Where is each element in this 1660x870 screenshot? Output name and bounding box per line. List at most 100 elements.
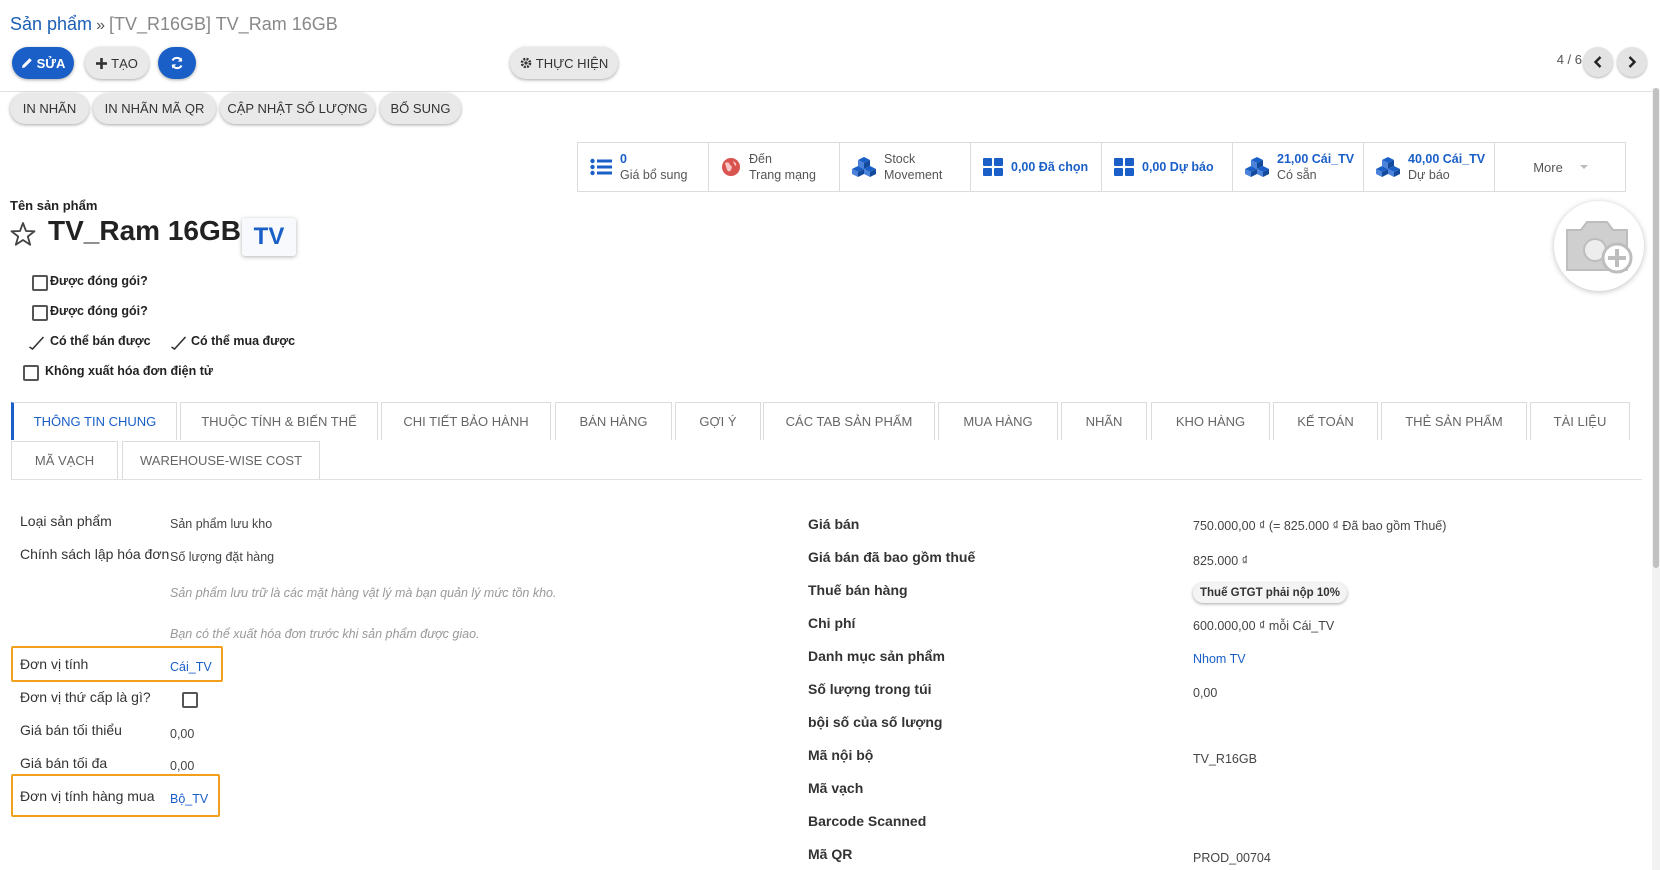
gear-icon xyxy=(520,57,532,69)
print-label-button[interactable]: IN NHÃN xyxy=(10,93,89,124)
invoice-policy-label: Chính sách lập hóa đơn xyxy=(20,546,170,562)
tab-warehouse-wise-cost[interactable]: WAREHOUSE-WISE COST xyxy=(122,441,320,479)
product-type-hint: Sản phẩm lưu trữ là các mặt hàng vật lý … xyxy=(170,586,557,600)
cubes-icon xyxy=(1245,157,1269,177)
invoice-policy-field[interactable]: Số lượng đặt hàng xyxy=(170,550,274,564)
no-einvoice-checkbox[interactable] xyxy=(23,365,39,381)
forecasted-label: Dự báo xyxy=(1408,168,1450,182)
invoice-policy-hint: Bạn có thể xuất hóa đơn trước khi sản ph… xyxy=(170,627,480,641)
price-incl-tax-label: Giá bán đã bao gồm thuế xyxy=(808,549,976,565)
extra-price-label: Giá bổ sung xyxy=(620,168,688,182)
forecast-qty-smart-button[interactable]: 0,00 Dự báo xyxy=(1102,143,1233,191)
tab-product-tabs[interactable]: CÁC TAB SẢN PHẨM xyxy=(763,402,935,440)
execute-button[interactable]: THỰC HIỆN xyxy=(510,47,618,79)
tab-product-card[interactable]: THẺ SẢN PHẨM xyxy=(1381,402,1527,440)
tab-general-info[interactable]: THÔNG TIN CHUNG xyxy=(11,402,177,440)
secondary-uom-label: Đơn vị thứ cấp là gì? xyxy=(20,689,151,705)
cost-field[interactable]: 600.000,00 ₫ mỗi Cái_TV xyxy=(1193,619,1334,633)
max-price-field[interactable]: 0,00 xyxy=(170,759,194,773)
grid-icon xyxy=(1114,158,1134,176)
forecasted-smart-button[interactable]: 40,00 Cái_TV Dự báo xyxy=(1364,143,1495,191)
tab-attributes-variants[interactable]: THUỘC TÍNH & BIẾN THỂ xyxy=(180,402,378,440)
product-image-upload[interactable] xyxy=(1554,201,1644,291)
scrollbar[interactable] xyxy=(1652,88,1660,870)
website-line-1: Đến xyxy=(749,152,772,166)
barcode-label: Mã vạch xyxy=(808,780,864,796)
qr-code-field[interactable]: PROD_00704 xyxy=(1193,851,1271,865)
previous-record-button[interactable] xyxy=(1583,47,1613,77)
sales-tax-label: Thuế bán hàng xyxy=(808,582,908,598)
camera-add-icon xyxy=(1566,221,1633,274)
uom-field[interactable]: Cái_TV xyxy=(170,660,212,674)
on-hand-value: 21,00 Cái_TV xyxy=(1277,152,1355,166)
selected-qty-smart-button[interactable]: 0,00 Đã chọn xyxy=(971,143,1102,191)
create-button[interactable]: TẠO xyxy=(85,47,149,79)
tab-suggestions[interactable]: GỢI Ý xyxy=(675,402,761,440)
replenish-button[interactable]: BỔ SUNG xyxy=(380,93,461,124)
tab-sales[interactable]: BÁN HÀNG xyxy=(555,402,672,440)
qr-code-label: Mã QR xyxy=(808,846,853,862)
chevron-right-icon xyxy=(1628,56,1637,68)
uom-label: Đơn vị tính xyxy=(20,656,89,672)
print-qr-label-button[interactable]: IN NHÃN MÃ QR xyxy=(93,93,216,124)
create-button-label: TẠO xyxy=(111,55,138,71)
sale-price-field[interactable]: 750.000,00 ₫ (= 825.000 ₫ Đã bao gồm Thu… xyxy=(1193,519,1446,533)
caret-down-icon xyxy=(1579,165,1588,169)
tab-labels[interactable]: NHÃN xyxy=(1061,402,1147,440)
website-smart-button[interactable]: Đến Trang mạng xyxy=(709,143,840,191)
can-sell-checkmark-icon[interactable] xyxy=(28,336,45,350)
internal-ref-label: Mã nội bộ xyxy=(808,747,874,763)
can-sell-label: Có thể bán được xyxy=(50,334,151,348)
website-line-2: Trang mạng xyxy=(749,168,816,182)
tab-warranty-details[interactable]: CHI TIẾT BẢO HÀNH xyxy=(381,402,551,440)
refresh-button[interactable] xyxy=(158,47,196,79)
packaging-checkbox-2[interactable] xyxy=(32,305,48,321)
smart-button-bar: 0 Giá bổ sung Đến Trang mạng Stock Movement… xyxy=(577,142,1626,192)
breadcrumb-current: [TV_R16GB] TV_Ram 16GB xyxy=(108,14,338,34)
cubes-icon xyxy=(852,157,876,177)
tab-purchase[interactable]: MUA HÀNG xyxy=(938,402,1058,440)
extra-price-smart-button[interactable]: 0 Giá bổ sung xyxy=(578,143,709,191)
more-smart-button[interactable]: More xyxy=(1495,143,1627,191)
tab-barcode[interactable]: MÃ VẠCH xyxy=(11,441,118,479)
cost-label: Chi phí xyxy=(808,615,856,631)
internal-ref-field[interactable]: TV_R16GB xyxy=(1193,752,1257,766)
edit-button[interactable]: SỬA xyxy=(12,47,74,79)
breadcrumb-parent-link[interactable]: Sản phẩm xyxy=(10,14,92,34)
on-hand-smart-button[interactable]: 21,00 Cái_TV Có sẵn xyxy=(1233,143,1364,191)
can-purchase-checkmark-icon[interactable] xyxy=(170,336,187,350)
product-name[interactable]: TV_Ram 16GB xyxy=(48,215,241,247)
purchase-uom-field[interactable]: Bộ_TV xyxy=(170,792,208,806)
list-icon xyxy=(590,158,612,176)
min-price-field[interactable]: 0,00 xyxy=(170,727,194,741)
qty-per-bag-label: Số lượng trong túi xyxy=(808,681,932,697)
product-name-caption: Tên sản phẩm xyxy=(10,198,98,213)
tab-accounting[interactable]: KẾ TOÁN xyxy=(1273,402,1378,440)
globe-icon xyxy=(722,158,740,176)
breadcrumb-separator: » xyxy=(96,17,105,34)
no-einvoice-label: Không xuất hóa đơn điện tử xyxy=(45,364,213,378)
qty-per-bag-field[interactable]: 0,00 xyxy=(1193,686,1217,700)
sales-tax-tag[interactable]: Thuế GTGT phải nộp 10% xyxy=(1193,583,1347,603)
tab-documents[interactable]: TÀI LIỆU xyxy=(1530,402,1630,440)
update-quantity-button[interactable]: CẬP NHẬT SỐ LƯỢNG xyxy=(220,93,375,124)
price-incl-tax-field: 825.000 ₫ xyxy=(1193,554,1249,568)
next-record-button[interactable] xyxy=(1617,47,1647,77)
cubes-icon xyxy=(1376,157,1400,177)
barcode-scanned-label: Barcode Scanned xyxy=(808,813,927,829)
packaging-checkbox-1[interactable] xyxy=(32,275,48,291)
product-type-field[interactable]: Sản phẩm lưu kho xyxy=(170,517,272,531)
forecasted-value: 40,00 Cái_TV xyxy=(1408,152,1486,166)
edit-button-label: SỬA xyxy=(36,55,66,71)
product-badge: TV xyxy=(242,218,296,256)
forecast-qty-text: 0,00 Dự báo xyxy=(1142,160,1214,174)
category-field[interactable]: Nhom TV xyxy=(1193,652,1246,666)
scrollbar-thumb[interactable] xyxy=(1653,88,1659,568)
secondary-uom-checkbox[interactable] xyxy=(182,692,198,708)
purchase-uom-label: Đơn vị tính hàng mua xyxy=(20,788,155,804)
sale-price-label: Giá bán xyxy=(808,516,860,532)
favorite-star-icon[interactable] xyxy=(10,221,36,247)
tab-inventory[interactable]: KHO HÀNG xyxy=(1151,402,1270,440)
stock-movement-smart-button[interactable]: Stock Movement xyxy=(840,143,971,191)
more-label: More xyxy=(1533,159,1563,175)
